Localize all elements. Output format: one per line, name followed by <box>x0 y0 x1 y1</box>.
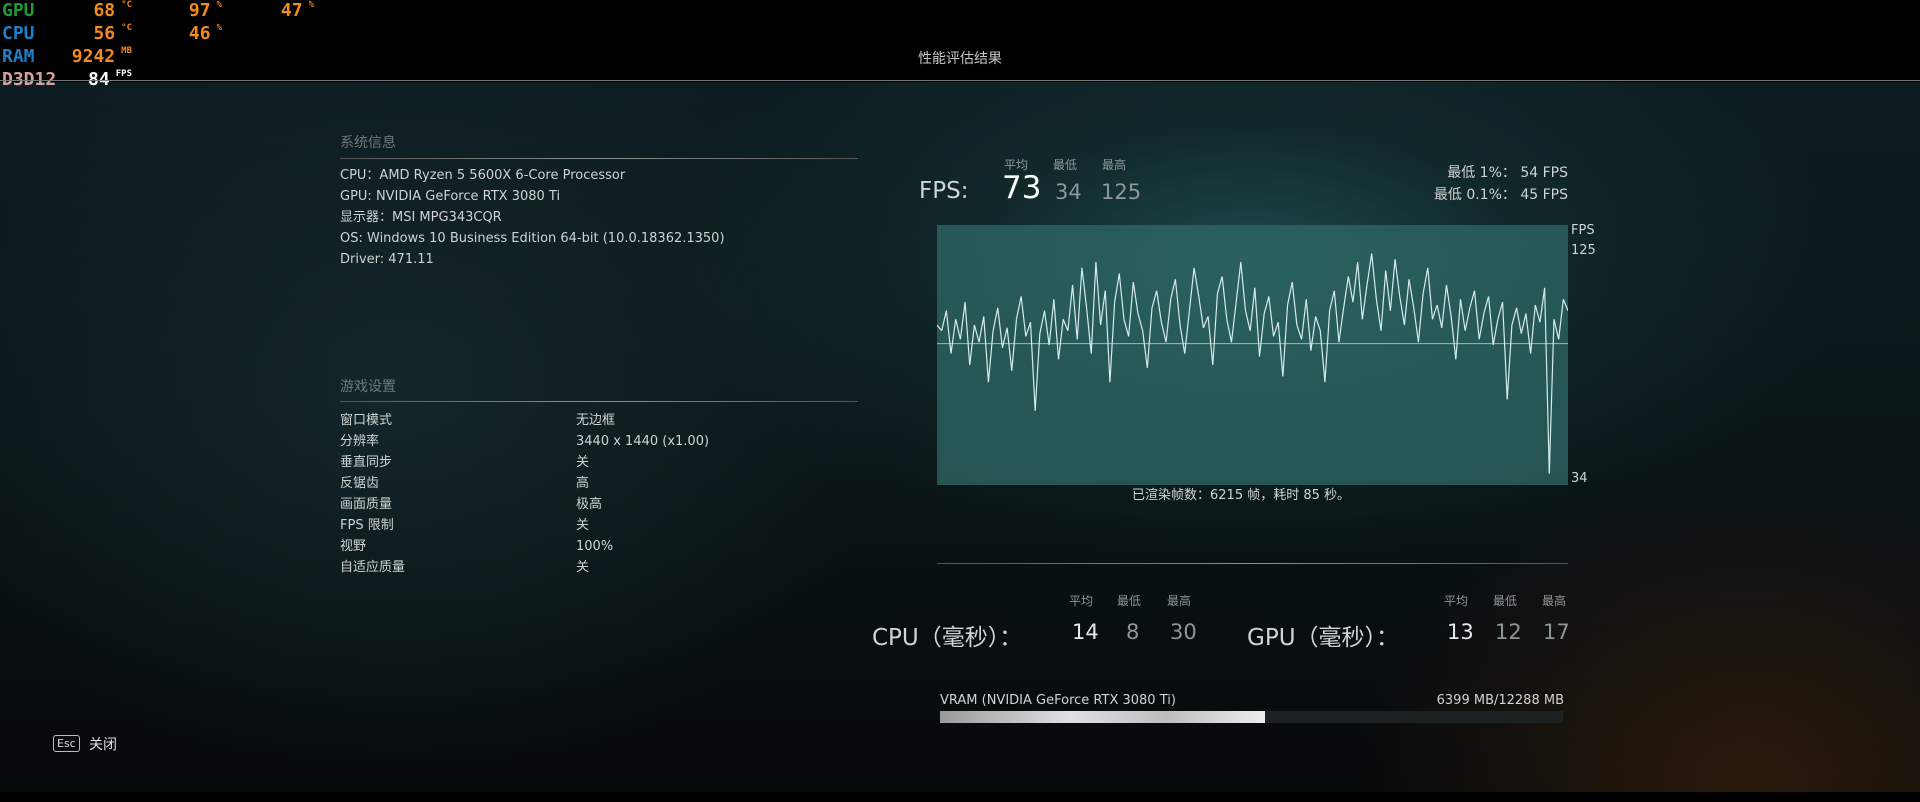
overlay-number: 97 <box>188 0 211 21</box>
overlay-label: GPU <box>2 0 35 21</box>
overlay-unit: °C <box>121 23 132 33</box>
overlay-unit: °C <box>121 0 132 10</box>
setting-value: 关 <box>576 455 590 470</box>
fps-max-header: 最高 <box>1102 158 1127 172</box>
fps-low-1-percent: 最低 1%： 54 FPS <box>1447 165 1568 181</box>
setting-name: 反锯齿 <box>340 476 380 491</box>
overlay-label: CPU <box>2 23 35 44</box>
system-info-line: Driver: 471.11 <box>340 252 434 267</box>
vram-label: VRAM (NVIDIA GeForce RTX 3080 Ti) <box>940 693 1176 708</box>
setting-row: 分辨率 3440 x 1440 (x1.00) <box>340 431 840 452</box>
setting-row: 视野 100% <box>340 536 840 557</box>
cpu-avg-header: 平均 <box>1069 594 1094 608</box>
fps-min-header: 最低 <box>1053 158 1078 172</box>
setting-name: 视野 <box>340 539 367 554</box>
title-divider <box>0 80 1920 81</box>
chart-y-min-label: 34 <box>1571 471 1588 486</box>
gpu-max-header: 最高 <box>1542 594 1567 608</box>
setting-row: 窗口模式 无边框 <box>340 410 840 431</box>
setting-row: 反锯齿 高 <box>340 473 840 494</box>
overlay-value: 68 °C <box>93 0 132 21</box>
game-settings-heading: 游戏设置 <box>340 379 396 395</box>
overlay-unit: % <box>216 23 222 33</box>
gpu-max-value: 17 <box>1543 620 1570 644</box>
setting-name: 窗口模式 <box>340 413 393 428</box>
vram-bar-fill <box>940 711 1265 723</box>
fps-min-value: 34 <box>1055 180 1082 204</box>
gpu-avg-value: 13 <box>1447 620 1474 644</box>
close-button[interactable]: 关闭 <box>89 734 117 754</box>
setting-value: 关 <box>576 560 590 575</box>
gpu-avg-header: 平均 <box>1444 594 1469 608</box>
overlay-value: 97% <box>189 0 222 21</box>
fps-label: FPS: <box>919 178 969 204</box>
game-settings-divider <box>340 401 858 402</box>
gpu-min-header: 最低 <box>1493 594 1518 608</box>
setting-value: 关 <box>576 518 590 533</box>
overlay-value: 46% <box>189 23 222 44</box>
cpu-label: CPU（毫秒）： <box>872 625 1023 651</box>
esc-key-icon[interactable]: Esc <box>53 735 80 752</box>
setting-value: 无边框 <box>576 413 616 428</box>
system-info-line: GPU: NVIDIA GeForce RTX 3080 Ti <box>340 189 561 204</box>
setting-name: 分辨率 <box>340 434 380 449</box>
page-title: 性能评估结果 <box>918 51 1002 67</box>
system-info-divider <box>340 158 858 159</box>
system-info-list: CPU：AMD Ryzen 5 5600X 6-Core Processor GP… <box>340 165 725 270</box>
game-settings-list: 窗口模式 无边框 分辨率 3440 x 1440 (x1.00) 垂直同步关反锯齿高画面… <box>340 410 840 578</box>
cpu-min-value: 8 <box>1126 620 1140 644</box>
rendered-frames-text: 已渲染帧数：6215 帧，耗时 85 秒。 <box>1132 488 1351 503</box>
fps-max-value: 125 <box>1101 180 1142 204</box>
overlay-value: 47% <box>281 0 314 21</box>
fps-avg-value: 73 <box>1002 170 1042 206</box>
overlay-value: 56 °C <box>93 23 132 44</box>
system-info-line: CPU：AMD Ryzen 5 5600X 6-Core Processor <box>340 168 626 183</box>
overlay-row: GPU 68 °C 97% 47% <box>2 0 342 23</box>
overlay-number: 68 <box>93 0 116 21</box>
setting-value: 100% <box>576 539 614 554</box>
chart-y-max-label: 125 <box>1571 243 1596 258</box>
system-info-heading: 系统信息 <box>340 135 396 151</box>
setting-row: 垂直同步 关 <box>340 452 840 473</box>
vram-value: 6399 MB/12288 MB <box>1436 693 1564 708</box>
setting-name: FPS 限制 <box>340 518 394 533</box>
overlay-number: 56 <box>93 23 116 44</box>
chart-y-unit: FPS <box>1571 223 1595 238</box>
system-info-line: OS: Windows 10 Business Edition 64-bit (… <box>340 231 725 246</box>
setting-name: 自适应质量 <box>340 560 406 575</box>
cpu-avg-value: 14 <box>1072 620 1099 644</box>
overlay-number: 46 <box>188 23 211 44</box>
setting-name: 垂直同步 <box>340 455 393 470</box>
overlay-unit: % <box>216 0 222 10</box>
cpu-min-header: 最低 <box>1117 594 1142 608</box>
setting-name: 画面质量 <box>340 497 393 512</box>
setting-value: 极高 <box>576 497 603 512</box>
setting-row: 自适应质量 关 <box>340 557 840 578</box>
fps-low-01-percent: 最低 0.1%： 45 FPS <box>1433 187 1568 203</box>
stats-divider <box>937 563 1568 564</box>
setting-value: 3440 x 1440 (x1.00) <box>576 434 710 449</box>
vram-bar <box>940 711 1563 723</box>
setting-value: 高 <box>576 476 590 491</box>
setting-row: 画面质量 极高 <box>340 494 840 515</box>
gpu-label: GPU（毫秒）： <box>1247 625 1400 651</box>
setting-row: FPS 限制 关 <box>340 515 840 536</box>
cpu-max-header: 最高 <box>1167 594 1192 608</box>
overlay-number: 47 <box>280 0 303 21</box>
overlay-unit: % <box>308 0 314 10</box>
fps-chart <box>937 225 1568 485</box>
gpu-min-value: 12 <box>1495 620 1522 644</box>
cpu-max-value: 30 <box>1170 620 1197 644</box>
overlay-row: CPU 56 °C 46% <box>2 23 342 46</box>
overlay-unit: FPS <box>115 69 132 79</box>
performance-overlay: GPU 68 °C 97% 47% CPU 56 °C 46% RAM 9242 MB D3D12 84 F… <box>2 0 342 92</box>
system-info-line: 显示器：MSI MPG343CQR <box>340 210 502 225</box>
